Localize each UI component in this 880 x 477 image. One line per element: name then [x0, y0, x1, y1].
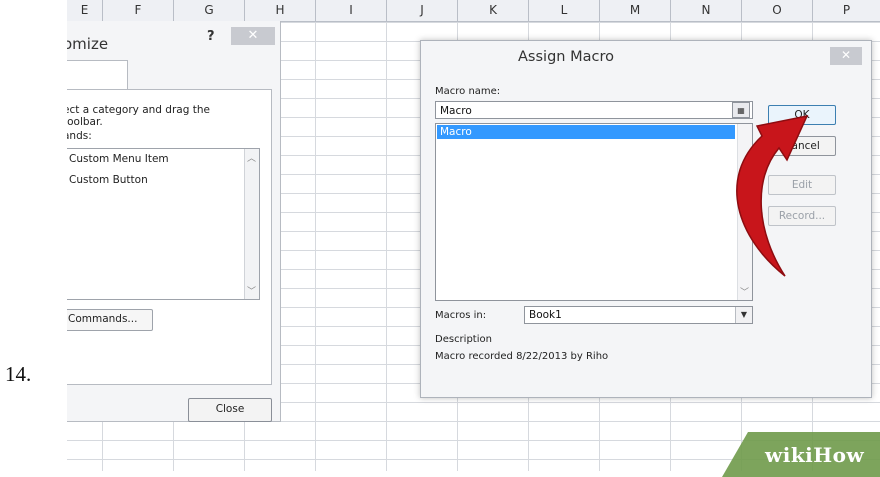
macro-list-item[interactable]: Macro [437, 125, 735, 139]
help-button[interactable]: ? [207, 29, 215, 44]
tab-commands[interactable] [67, 60, 128, 90]
description-text: Macro recorded 8/22/2013 by Riho [435, 351, 609, 362]
macro-list[interactable]: Macro ﹀ [435, 123, 753, 301]
wikihow-logo: wikiHow [765, 443, 865, 467]
description-label: Description [435, 334, 492, 345]
column-header[interactable]: E [67, 0, 103, 21]
macro-name-label: Macro name: [435, 86, 501, 97]
column-header[interactable]: G [174, 0, 245, 21]
list-item[interactable]: Custom Menu Item [69, 153, 169, 165]
instructions-line: ect a category and drag the [67, 104, 210, 116]
commands-list[interactable]: Custom Menu Item Custom Button ︿ ﹀ [67, 148, 260, 300]
scroll-down-icon[interactable]: ﹀ [247, 284, 256, 297]
step-number: 14. [5, 362, 32, 386]
macro-name-input[interactable]: Macro [435, 101, 753, 119]
column-header[interactable]: J [387, 0, 458, 21]
scroll-down-icon[interactable]: ﹀ [740, 285, 749, 298]
customize-dialog: omize ? ✕ ect a category and drag the to… [67, 21, 281, 422]
commands-button[interactable]: Commands... [67, 309, 153, 331]
grid-line [386, 22, 387, 471]
red-arrow-annotation [736, 114, 809, 277]
column-header[interactable]: M [600, 0, 671, 21]
scroll-up-icon[interactable]: ︿ [247, 151, 256, 164]
chevron-down-icon[interactable]: ▼ [735, 307, 752, 323]
list-item[interactable]: Custom Button [69, 174, 148, 186]
close-button[interactable]: Close [188, 398, 272, 422]
column-header[interactable]: L [529, 0, 600, 21]
close-icon[interactable]: ✕ [830, 47, 862, 65]
commands-label: ands: [67, 130, 92, 142]
column-header[interactable]: K [458, 0, 529, 21]
dialog-title: omize [67, 35, 109, 53]
column-header[interactable]: N [671, 0, 742, 21]
column-header[interactable]: F [103, 0, 174, 21]
macros-in-label: Macros in: [435, 310, 487, 321]
excel-screenshot: E F G H I J K L M N O P omize ? ✕ ect a … [67, 0, 880, 471]
column-header-bar: E F G H I J K L M N O P [67, 0, 880, 22]
column-header[interactable]: O [742, 0, 813, 21]
close-icon[interactable]: ✕ [231, 27, 275, 45]
commands-panel: ect a category and drag the toolbar. and… [67, 89, 272, 385]
dialog-title: Assign Macro [518, 49, 614, 65]
column-header[interactable]: H [245, 0, 316, 21]
instructions-text: ect a category and drag the toolbar. [67, 104, 243, 128]
column-header[interactable]: I [316, 0, 387, 21]
column-header[interactable]: P [813, 0, 880, 21]
macros-in-value: Book1 [529, 309, 562, 321]
instructions-line: toolbar. [67, 116, 103, 128]
scrollbar[interactable]: ︿ ﹀ [244, 149, 259, 299]
grid-line [315, 22, 316, 471]
macros-in-select[interactable]: Book1 ▼ [524, 306, 753, 324]
arrow-shape [736, 114, 809, 277]
